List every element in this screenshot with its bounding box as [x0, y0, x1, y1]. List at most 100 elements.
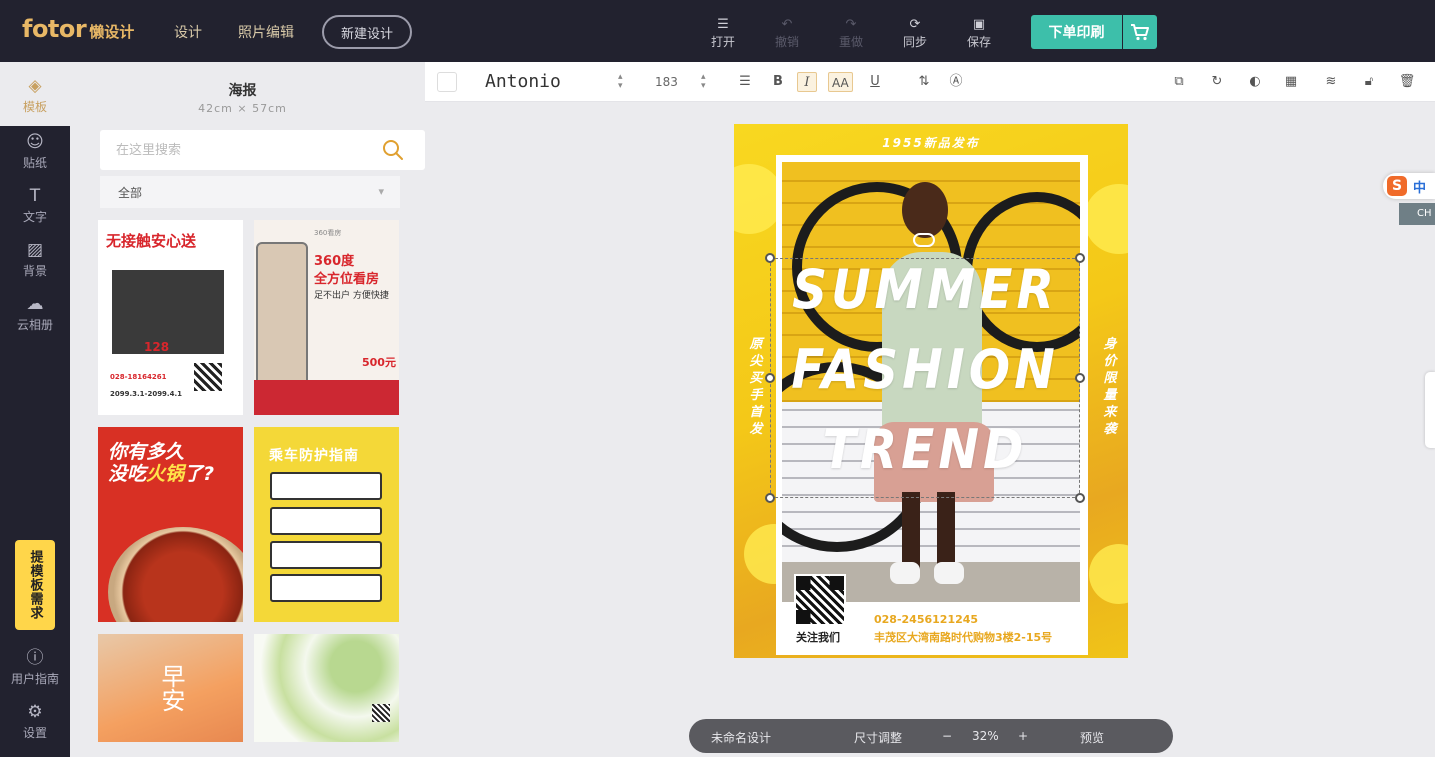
- rail-label: 背景: [22, 264, 47, 278]
- thumb-headline: 你有多久 没吃火锅了?: [108, 441, 214, 485]
- guide-step: [270, 574, 382, 602]
- rail-label: 设置: [22, 726, 47, 740]
- font-size-input[interactable]: 183: [655, 72, 678, 92]
- resize-handle-top-right[interactable]: [1075, 253, 1085, 263]
- thumb-line-2a: 没吃: [108, 463, 147, 485]
- rotate-handle-icon[interactable]: [913, 233, 935, 247]
- duplicate-icon[interactable]: ⧉: [1169, 72, 1189, 92]
- resize-handle-bottom-left[interactable]: [765, 493, 775, 503]
- layers-icon[interactable]: ≋: [1321, 72, 1341, 92]
- undo-icon: ↶: [781, 17, 793, 32]
- search-input[interactable]: [116, 140, 356, 160]
- order-print-button[interactable]: 下单印刷: [1031, 15, 1122, 49]
- rail-item-stickers[interactable]: ☺ 贴纸: [0, 132, 70, 171]
- font-family-select[interactable]: Antonio: [485, 71, 561, 92]
- rail-item-cloud[interactable]: ☁ 云相册: [0, 294, 70, 333]
- qr-code: [372, 704, 390, 722]
- nav-photo-edit[interactable]: 照片编辑: [238, 22, 294, 42]
- transparency-icon[interactable]: ▦: [1281, 72, 1301, 92]
- color-swatch[interactable]: [437, 72, 457, 92]
- chevron-down-icon: ▾: [378, 185, 384, 198]
- info-icon: ⓘ: [26, 648, 44, 668]
- design-name[interactable]: 未命名设计: [711, 729, 771, 746]
- new-design-button[interactable]: 新建设计: [322, 15, 412, 49]
- open-button[interactable]: ☰ 打开: [703, 16, 743, 50]
- template-thumb-hotpot[interactable]: 你有多久 没吃火锅了?: [98, 427, 243, 622]
- font-select-arrows[interactable]: ▴ ▾: [618, 73, 623, 91]
- cart-button[interactable]: [1123, 15, 1157, 49]
- preview-button[interactable]: 预览: [1080, 729, 1104, 746]
- guide-step: [270, 541, 382, 569]
- left-rail: ◈ 模板 ☺ 贴纸 T 文字 ▨ 背景 ☁ 云相册 提模板需求 ⓘ 用户指南 ⚙…: [0, 62, 70, 757]
- rail-item-settings[interactable]: ⚙ 设置: [0, 702, 70, 741]
- logo[interactable]: fotor 懒设计: [22, 15, 134, 43]
- poster-right-vertical-text: 身价限量来袭: [1103, 337, 1117, 437]
- hotpot-image: [108, 527, 243, 622]
- cart-icon: [1131, 24, 1149, 41]
- thumb-headline-1: 360度: [314, 254, 355, 269]
- search-icon[interactable]: [381, 138, 405, 162]
- qr-code: [194, 363, 222, 391]
- italic-button[interactable]: I: [797, 72, 817, 92]
- underline-button[interactable]: U: [865, 72, 885, 92]
- template-thumb-360-house[interactable]: 360看房 360度 全方位看房 足不出户 方便快捷 500元: [254, 220, 399, 415]
- selection-box: [770, 258, 1080, 498]
- thumb-price: 500元: [362, 356, 396, 369]
- rail-item-guide[interactable]: ⓘ 用户指南: [0, 648, 70, 687]
- thumb-line-2c: 了?: [184, 463, 215, 485]
- lock-icon[interactable]: 🔓︎: [1359, 72, 1379, 92]
- template-thumb-leaves[interactable]: [254, 634, 399, 742]
- decor-balloon: [1084, 184, 1128, 254]
- room-image: [256, 242, 308, 392]
- sync-label: 同步: [902, 35, 927, 49]
- undo-button[interactable]: ↶ 撤销: [767, 16, 807, 50]
- poster-left-vertical-text: 原尖买手首发: [749, 337, 763, 437]
- zoom-in-button[interactable]: +: [1018, 729, 1028, 743]
- uppercase-button[interactable]: AA: [828, 72, 853, 92]
- shadow-icon[interactable]: ◐: [1245, 72, 1265, 92]
- resize-handle-right[interactable]: [1075, 373, 1085, 383]
- rail-item-text[interactable]: T 文字: [0, 186, 70, 225]
- line-spacing-icon[interactable]: ⇅: [914, 72, 934, 92]
- poster-qr-code: [794, 574, 846, 626]
- template-thumb-delivery[interactable]: 无接触安心送 128 028-18164261 2099.3.1-2099.4.…: [98, 220, 243, 415]
- template-thumb-morning[interactable]: 早安: [98, 634, 243, 742]
- bold-button[interactable]: B: [768, 72, 788, 92]
- category-filter[interactable]: 全部 ▾: [100, 176, 400, 208]
- save-button[interactable]: ▣ 保存: [959, 16, 999, 50]
- sync-button[interactable]: ⟳ 同步: [895, 16, 935, 50]
- rail-item-templates[interactable]: ◈ 模板: [0, 62, 70, 126]
- filter-label: 全部: [118, 185, 143, 200]
- resize-button[interactable]: 尺寸调整: [854, 729, 902, 746]
- zoom-out-button[interactable]: −: [942, 729, 952, 743]
- redo-icon: ↷: [845, 17, 857, 32]
- rail-label: 文字: [22, 210, 47, 224]
- ime-language[interactable]: CH: [1399, 203, 1435, 225]
- redo-button[interactable]: ↷ 重做: [831, 16, 871, 50]
- thumb-line-2b: 火锅: [146, 463, 185, 485]
- resize-handle-top-left[interactable]: [765, 253, 775, 263]
- background-icon: ▨: [26, 240, 44, 260]
- rail-item-background[interactable]: ▨ 背景: [0, 240, 70, 279]
- text-effect-icon[interactable]: Ⓐ: [946, 72, 966, 92]
- side-scroll-tab[interactable]: [1425, 372, 1435, 448]
- model-shoe: [890, 562, 920, 584]
- font-size-arrows[interactable]: ▴ ▾: [701, 73, 706, 91]
- thumb-headline: 无接触安心送: [106, 232, 197, 250]
- resize-handle-bottom-right[interactable]: [1075, 493, 1085, 503]
- thumb-subtitle: 足不出户 方便快捷: [314, 291, 389, 301]
- template-request-button[interactable]: 提模板需求: [15, 540, 55, 630]
- trash-icon[interactable]: 🗑︎: [1397, 72, 1417, 92]
- rail-label: 模板: [22, 100, 47, 114]
- model-shoe: [934, 562, 964, 584]
- template-thumb-ride-safety[interactable]: 乘车防护指南: [254, 427, 399, 622]
- resize-handle-left[interactable]: [765, 373, 775, 383]
- align-icon[interactable]: ☰: [735, 72, 755, 92]
- search-box: [100, 130, 425, 170]
- ime-indicator[interactable]: S 中: [1383, 173, 1435, 199]
- cloud-upload-icon: ☁: [26, 294, 44, 314]
- thumb-text: 早安: [157, 664, 185, 712]
- flip-icon[interactable]: ↻: [1207, 72, 1227, 92]
- thumb-price: 128: [144, 340, 170, 354]
- nav-design[interactable]: 设计: [174, 22, 202, 42]
